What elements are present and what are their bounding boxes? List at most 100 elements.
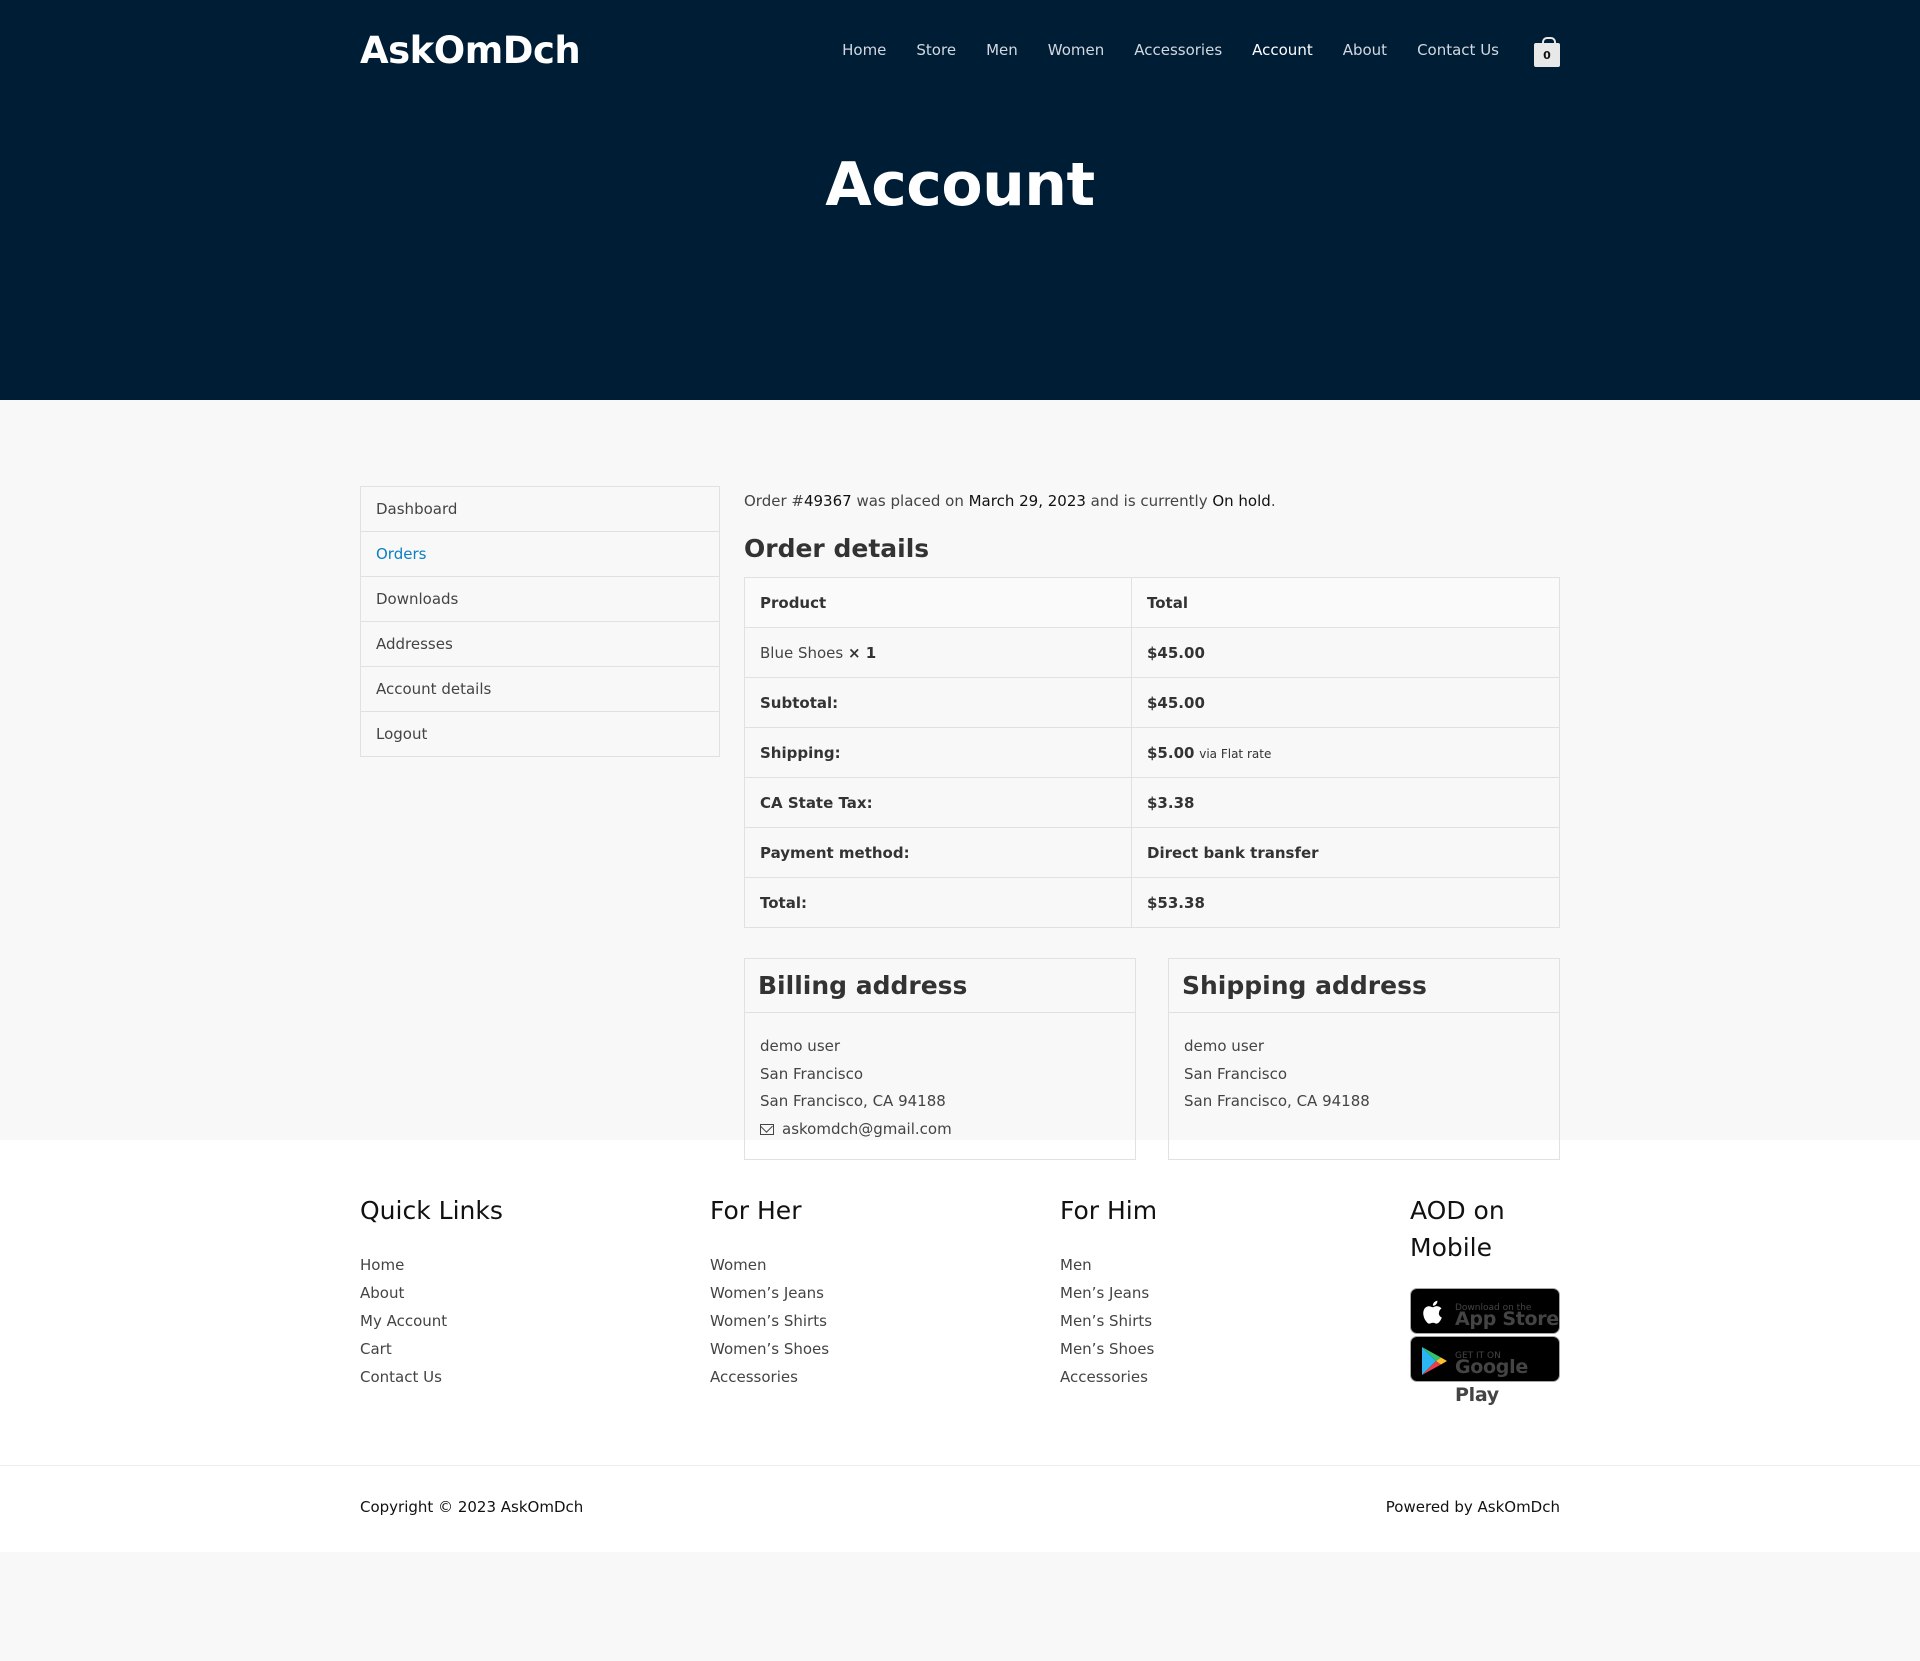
footer-quick-links: Quick Links Home About My Account Cart C…	[360, 1192, 710, 1391]
billing-address: Billing address demo user San Francisco …	[744, 958, 1136, 1160]
table-row: CA State Tax: $3.38	[744, 777, 1560, 828]
table-header-row: Product Total	[744, 577, 1560, 628]
account-nav-account-details[interactable]: Account details	[361, 667, 719, 712]
billing-line1: San Francisco	[760, 1064, 864, 1083]
footer-link[interactable]: Contact Us	[360, 1363, 710, 1391]
footer-for-her: For Her Women Women’s Jeans Women’s Shir…	[710, 1192, 1060, 1391]
account-nav-logout[interactable]: Logout	[361, 712, 719, 756]
billing-address-lines: demo user San Francisco San Francisco, C…	[745, 1013, 1135, 1159]
order-intro-mid2: and is currently	[1085, 492, 1213, 510]
footer-mobile: AOD on Mobile Download on the App Store …	[1410, 1192, 1560, 1406]
row-label: Total:	[744, 877, 1132, 928]
nav-accessories[interactable]: Accessories	[1134, 41, 1222, 59]
main-nav: Home Store Men Women Accessories Account…	[812, 37, 1560, 67]
table-row: Blue Shoes × 1 $45.00	[744, 627, 1560, 678]
footer-link[interactable]: Home	[360, 1251, 710, 1279]
shipping-line1: San Francisco	[1184, 1064, 1288, 1083]
main-content: Dashboard Orders Downloads Addresses Acc…	[0, 400, 1920, 1160]
addresses: Billing address demo user San Francisco …	[744, 958, 1560, 1160]
nav-store[interactable]: Store	[916, 41, 956, 59]
header-total: Total	[1131, 577, 1560, 628]
item-cell: Blue Shoes × 1	[744, 627, 1132, 678]
item-total: $45.00	[1131, 627, 1560, 678]
table-row: Shipping: $5.00 via Flat rate	[744, 727, 1560, 778]
row-value: $3.38	[1131, 777, 1560, 828]
billing-email: askomdch@gmail.com	[782, 1119, 952, 1138]
account-navigation: Dashboard Orders Downloads Addresses Acc…	[360, 486, 720, 757]
table-row: Subtotal: $45.00	[744, 677, 1560, 728]
footer-link[interactable]: Women	[710, 1251, 1060, 1279]
nav-contact-us[interactable]: Contact Us	[1417, 41, 1499, 59]
shipping-address-lines: demo user San Francisco San Francisco, C…	[1169, 1013, 1559, 1132]
row-value-cell: $5.00 via Flat rate	[1131, 727, 1560, 778]
cart-count: 0	[1534, 43, 1560, 67]
footer-link[interactable]: About	[360, 1279, 710, 1307]
nav-home[interactable]: Home	[842, 41, 886, 59]
cart-icon[interactable]: 0	[1534, 37, 1560, 67]
page-hero: Account	[0, 100, 1920, 400]
order-number: 49367	[803, 492, 852, 510]
row-label: Shipping:	[744, 727, 1132, 778]
order-details-table: Product Total Blue Shoes × 1 $45.00 Subt…	[744, 577, 1560, 928]
google-play-badge[interactable]: GET IT ON Google Play	[1410, 1336, 1560, 1406]
footer-link[interactable]: Accessories	[710, 1363, 1060, 1391]
footer-link[interactable]: Men’s Shirts	[1060, 1307, 1410, 1335]
app-store-label: App Store	[1455, 1308, 1559, 1330]
order-intro-prefix: Order #	[744, 492, 804, 510]
header-product: Product	[744, 577, 1132, 628]
shipping-line2: San Francisco, CA 94188	[1184, 1092, 1370, 1110]
billing-email-row: askomdch@gmail.com	[760, 1116, 1120, 1144]
table-row: Payment method: Direct bank transfer	[744, 827, 1560, 878]
shipping-method-note: via Flat rate	[1199, 746, 1272, 761]
row-label: CA State Tax:	[744, 777, 1132, 828]
account-nav-addresses[interactable]: Addresses	[361, 622, 719, 667]
nav-about[interactable]: About	[1343, 41, 1387, 59]
footer-link[interactable]: Accessories	[1060, 1363, 1410, 1391]
footer-link[interactable]: Women’s Jeans	[710, 1279, 1060, 1307]
table-row: Total: $53.38	[744, 877, 1560, 928]
row-label: Subtotal:	[744, 677, 1132, 728]
google-play-label: Google Play	[1455, 1356, 1528, 1406]
nav-men[interactable]: Men	[986, 41, 1018, 59]
order-details-title: Order details	[744, 534, 930, 563]
row-label: Payment method:	[744, 827, 1132, 878]
billing-address-title: Billing address	[745, 959, 1135, 1013]
footer-heading: AOD on Mobile	[1410, 1196, 1505, 1262]
footer-link[interactable]: Women’s Shoes	[710, 1335, 1060, 1363]
footer-heading: For Him	[1060, 1196, 1158, 1225]
row-value: Direct bank transfer	[1131, 827, 1560, 878]
account-nav-orders[interactable]: Orders	[361, 532, 719, 577]
footer-link[interactable]: Men’s Jeans	[1060, 1279, 1410, 1307]
billing-name: demo user	[760, 1037, 841, 1055]
app-store-badge[interactable]: Download on the App Store	[1410, 1288, 1560, 1334]
footer-link[interactable]: My Account	[360, 1307, 710, 1335]
site-logo[interactable]: AskOmDch	[360, 29, 581, 72]
order-intro-mid: was placed on	[851, 492, 969, 510]
account-nav-downloads[interactable]: Downloads	[361, 577, 719, 622]
google-play-icon	[1422, 1347, 1447, 1375]
mail-icon	[760, 1123, 774, 1135]
footer-link[interactable]: Women’s Shirts	[710, 1307, 1060, 1335]
footer-for-him: For Him Men Men’s Jeans Men’s Shirts Men…	[1060, 1192, 1410, 1391]
item-qty: × 1	[848, 643, 877, 662]
billing-line2: San Francisco, CA 94188	[760, 1092, 946, 1110]
shipping-address: Shipping address demo user San Francisco…	[1168, 958, 1560, 1160]
footer-bottom-bar: Copyright © 2023 AskOmDch Powered by Ask…	[0, 1465, 1920, 1552]
account-content: Order #49367 was placed on March 29, 202…	[744, 486, 1560, 1160]
order-date: March 29, 2023	[968, 492, 1086, 510]
order-intro: Order #49367 was placed on March 29, 202…	[744, 486, 1560, 510]
footer-heading: Quick Links	[360, 1196, 503, 1225]
page-title: Account	[825, 150, 1095, 220]
copyright: Copyright © 2023 AskOmDch	[360, 1498, 584, 1516]
footer-link[interactable]: Men	[1060, 1251, 1410, 1279]
item-name[interactable]: Blue Shoes	[760, 644, 843, 662]
row-value: $45.00	[1131, 677, 1560, 728]
row-value: $5.00	[1147, 743, 1195, 762]
footer-link[interactable]: Cart	[360, 1335, 710, 1363]
account-nav-dashboard[interactable]: Dashboard	[361, 487, 719, 532]
nav-account[interactable]: Account	[1252, 41, 1313, 59]
nav-women[interactable]: Women	[1048, 41, 1104, 59]
order-status: On hold	[1212, 492, 1271, 510]
footer-link[interactable]: Men’s Shoes	[1060, 1335, 1410, 1363]
footer-heading: For Her	[710, 1196, 802, 1225]
